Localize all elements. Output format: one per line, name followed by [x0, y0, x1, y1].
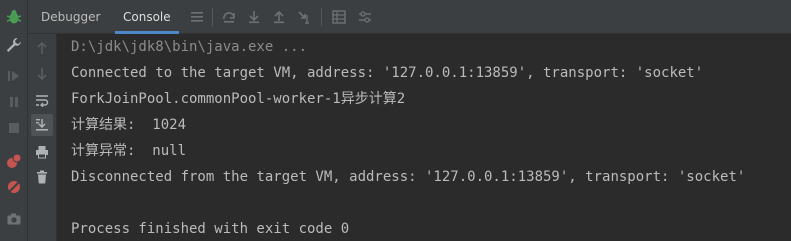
- soft-wrap-icon[interactable]: [35, 93, 49, 107]
- mute-breakpoints-icon[interactable]: [6, 179, 22, 195]
- debug-toolbar: Debugger Console: [28, 0, 791, 34]
- console-line-connected: Connected to the target VM, address: '12…: [71, 65, 704, 81]
- wrench-icon[interactable]: [6, 37, 22, 53]
- frames-icon[interactable]: [332, 10, 346, 24]
- console-line-command[interactable]: D:\jdk\jdk8\bin\java.exe ...: [71, 37, 307, 57]
- divider: [212, 8, 213, 26]
- tab-debugger[interactable]: Debugger: [41, 0, 100, 34]
- print-icon[interactable]: [35, 145, 49, 159]
- scroll-to-end-icon[interactable]: [35, 118, 49, 132]
- console-tool-strip: [28, 34, 57, 241]
- tab-console[interactable]: Console: [115, 0, 179, 34]
- console-line-worker: ForkJoinPool.commonPool-worker-1异步计算2: [71, 91, 406, 107]
- threads-icon[interactable]: [358, 10, 372, 24]
- left-tool-bar: [0, 0, 28, 241]
- step-into-icon[interactable]: [247, 10, 261, 24]
- tab-console-label: Console: [123, 10, 171, 24]
- tab-debugger-label: Debugger: [41, 10, 101, 24]
- console-line-exit: Process finished with exit code 0: [71, 221, 350, 237]
- console-line-disconnected: Disconnected from the target VM, address…: [71, 169, 746, 185]
- rerun-icon[interactable]: [6, 68, 22, 84]
- console-line-result: 计算结果: 1024: [71, 117, 187, 133]
- divider: [321, 8, 322, 26]
- camera-icon[interactable]: [6, 211, 22, 227]
- up-arrow-icon[interactable]: [35, 41, 49, 55]
- step-over-icon[interactable]: [222, 10, 236, 24]
- stop-icon[interactable]: [6, 120, 22, 136]
- pause-icon[interactable]: [6, 94, 22, 110]
- run-to-cursor-icon[interactable]: [297, 10, 313, 24]
- trash-icon[interactable]: [35, 170, 49, 184]
- menu-icon[interactable]: [190, 10, 204, 24]
- down-arrow-icon[interactable]: [35, 67, 49, 81]
- breakpoints-icon[interactable]: [6, 153, 22, 169]
- console-line-exception: 计算异常: null: [71, 143, 187, 159]
- bug-icon[interactable]: [6, 9, 22, 25]
- step-out-icon[interactable]: [272, 10, 286, 24]
- console-output[interactable]: D:\jdk\jdk8\bin\java.exe ... Connected t…: [58, 34, 791, 241]
